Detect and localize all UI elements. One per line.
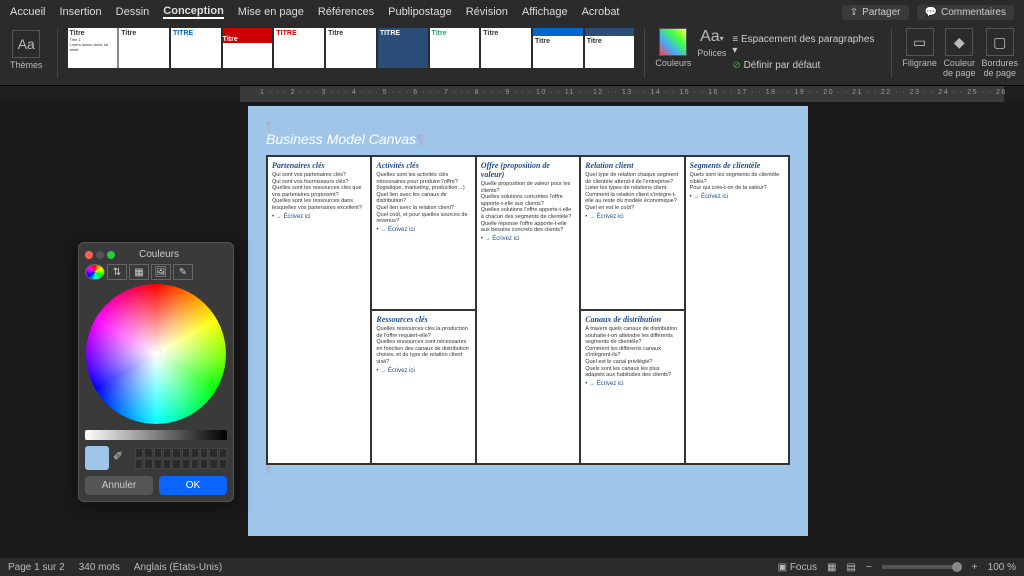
bucket-icon: ◆	[945, 28, 973, 56]
zoom-out-button[interactable]: −	[866, 562, 872, 573]
picker-tab-sliders[interactable]: ⇅	[107, 264, 127, 280]
watermark-icon: ▭	[906, 28, 934, 56]
share-icon: ⇪	[850, 7, 858, 18]
border-icon: ▢	[986, 28, 1014, 56]
cell-value[interactable]: Offre (proposition de valeur)Quelle prop…	[476, 156, 580, 464]
fonts-button[interactable]: Aa▾Polices	[697, 28, 726, 58]
word-count[interactable]: 340 mots	[79, 562, 120, 573]
tab-acrobat[interactable]: Acrobat	[582, 6, 620, 18]
comment-icon: 💬	[925, 7, 937, 18]
comments-button[interactable]: 💬Commentaires	[917, 5, 1014, 20]
style-item[interactable]: TITRE	[274, 28, 324, 68]
zoom-slider[interactable]	[882, 565, 962, 569]
tab-insertion[interactable]: Insertion	[59, 6, 101, 18]
saved-swatches[interactable]	[135, 448, 227, 469]
style-item[interactable]: Titre	[223, 28, 273, 68]
minimize-icon[interactable]	[96, 251, 104, 259]
share-button[interactable]: ⇪Partager	[842, 5, 909, 20]
cell-relation[interactable]: Relation clientQuel type de relation cha…	[580, 156, 684, 310]
set-default-button[interactable]: ⊘ Définir par défaut	[732, 60, 881, 71]
style-item[interactable]: Titre	[119, 28, 169, 68]
view-print-button[interactable]: ▦	[827, 562, 836, 573]
style-gallery[interactable]: TitreTitre 1Lorem ipsum dolor sit amet T…	[68, 28, 635, 68]
style-item[interactable]: Titre	[533, 28, 583, 68]
tab-references[interactable]: Références	[318, 6, 374, 18]
themes-button[interactable]: Aa Thèmes	[6, 28, 47, 72]
picker-tab-image[interactable]: 🖼	[151, 264, 171, 280]
picker-tab-pencils[interactable]: ✎	[173, 264, 193, 280]
colors-button[interactable]: Couleurs	[655, 28, 691, 68]
palette-icon	[659, 28, 687, 56]
check-icon: ⊘	[732, 60, 740, 71]
ribbon-tabs: Accueil Insertion Dessin Conception Mise…	[0, 0, 1024, 24]
cell-activities[interactable]: Activités clésQuelles sont les activités…	[371, 156, 475, 310]
brightness-slider[interactable]	[85, 430, 227, 440]
style-item[interactable]: Titre	[585, 28, 635, 68]
picker-tab-wheel[interactable]	[85, 264, 105, 280]
style-item[interactable]: Titre	[430, 28, 480, 68]
maximize-icon[interactable]	[107, 251, 115, 259]
ok-button[interactable]: OK	[159, 476, 227, 495]
watermark-button[interactable]: ▭Filigrane	[902, 28, 937, 68]
document-page[interactable]: ¶ Business Model Canvas¶ Partenaires clé…	[248, 106, 808, 536]
page-indicator[interactable]: Page 1 sur 2	[8, 562, 65, 573]
horizontal-ruler[interactable]	[240, 86, 1004, 102]
focus-mode-button[interactable]: ▣ Focus	[778, 562, 817, 573]
cell-partners[interactable]: Partenaires clésQui sont vos partenaires…	[267, 156, 371, 464]
style-item[interactable]: Titre	[481, 28, 531, 68]
ribbon: Aa Thèmes TitreTitre 1Lorem ipsum dolor …	[0, 24, 1024, 86]
tab-mise-en-page[interactable]: Mise en page	[238, 6, 304, 18]
themes-icon: Aa	[12, 30, 40, 58]
zoom-level[interactable]: 100 %	[988, 562, 1016, 573]
bmc-table: Partenaires clésQui sont vos partenaires…	[266, 155, 790, 465]
language-indicator[interactable]: Anglais (États-Unis)	[134, 562, 222, 573]
zoom-in-button[interactable]: +	[972, 562, 978, 573]
close-icon[interactable]	[85, 251, 93, 259]
page-borders-button[interactable]: ▢Bordures de page	[981, 28, 1018, 78]
style-item[interactable]: TitreTitre 1Lorem ipsum dolor sit amet	[68, 28, 118, 68]
window-controls[interactable]	[85, 251, 115, 259]
spacing-icon: ≡	[732, 34, 738, 45]
page-title[interactable]: Business Model Canvas¶	[266, 131, 790, 149]
paragraph-spacing-button[interactable]: ≡ Espacement des paragraphes ▾	[732, 34, 881, 56]
tab-affichage[interactable]: Affichage	[522, 6, 568, 18]
tab-publipostage[interactable]: Publipostage	[388, 6, 452, 18]
cell-channels[interactable]: Canaux de distributionÀ travers quels ca…	[580, 310, 684, 464]
color-wheel[interactable]	[86, 284, 226, 424]
tab-accueil[interactable]: Accueil	[10, 6, 45, 18]
tab-conception[interactable]: Conception	[163, 5, 224, 19]
style-item[interactable]: Titre	[326, 28, 376, 68]
current-color-swatch[interactable]	[85, 446, 109, 470]
tab-revision[interactable]: Révision	[466, 6, 508, 18]
status-bar: Page 1 sur 2 340 mots Anglais (États-Uni…	[0, 558, 1024, 576]
color-picker-dialog: Couleurs ⇅ ▦ 🖼 ✎ ✐ Annuler OK	[78, 242, 234, 502]
document-workspace: ¶ Business Model Canvas¶ Partenaires clé…	[0, 102, 1024, 558]
cancel-button[interactable]: Annuler	[85, 476, 153, 495]
cell-resources[interactable]: Ressources clésQuelles ressources clés l…	[371, 310, 475, 464]
eyedropper-button[interactable]: ✐	[113, 449, 131, 467]
view-web-button[interactable]: ▤	[847, 562, 856, 573]
style-item[interactable]: TITRE	[171, 28, 221, 68]
crosshair-icon	[151, 349, 161, 359]
style-item[interactable]: TITRE	[378, 28, 428, 68]
page-color-button[interactable]: ◆Couleur de page	[943, 28, 976, 78]
chevron-down-icon: ▾	[732, 45, 737, 56]
picker-tab-palette[interactable]: ▦	[129, 264, 149, 280]
cell-segments[interactable]: Segments de clientèleQuels sont les segm…	[685, 156, 789, 464]
tab-dessin[interactable]: Dessin	[116, 6, 150, 18]
dialog-title: Couleurs	[139, 249, 179, 260]
